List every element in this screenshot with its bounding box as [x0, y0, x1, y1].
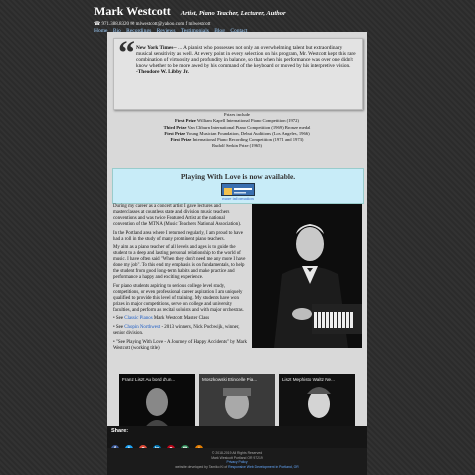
book-promo: Playing With Love is now available. more…: [112, 168, 364, 204]
pianist-photo-image: [252, 204, 362, 348]
site-header: Mark Westcott Artist, Piano Teacher, Lec…: [94, 2, 384, 34]
bio-bullet: • See Classic Pianos Mark Westcott Maste…: [113, 316, 210, 322]
copyright: © 2018-2019 All Rights Reserved: [211, 451, 263, 455]
site-footer: © 2018-2019 All Rights Reserved Mark Wes…: [107, 448, 367, 475]
quote-author: -Theodore W. Libby Jr.: [136, 69, 189, 75]
video-gallery: Franz Liszt Au bord d'un... Moszkowski E…: [119, 374, 356, 430]
footer-credit: website developed by Tamiko Ki of Respon…: [175, 464, 299, 469]
video-thumbnail[interactable]: Moszkowski Etincelle Pia...: [199, 374, 275, 430]
pianist-photo: [252, 204, 362, 348]
main-content: “ New York Times-- ... A pianist who pos…: [107, 32, 367, 430]
site-title[interactable]: Mark Westcott: [94, 4, 171, 18]
bio-bullet: • "See Playing With Love - A Journey of …: [113, 340, 247, 352]
bio-paragraph: For piano students aspiring to serious c…: [113, 283, 244, 313]
share-bar: Share: f t g in p ✉ +: [107, 426, 367, 453]
video-title: Moszkowski Etincelle Pia...: [202, 377, 258, 382]
share-label: Share:: [111, 428, 129, 434]
promo-title: Playing With Love is now available.: [180, 172, 296, 181]
video-still-image: [119, 374, 195, 430]
video-still-image: [199, 374, 275, 430]
video-thumbnail[interactable]: Franz Liszt Au bord d'un...: [119, 374, 195, 430]
video-title: Franz Liszt Au bord d'un...: [122, 377, 176, 382]
review-quote: “ New York Times-- ... A pianist who pos…: [113, 35, 363, 110]
contact-info[interactable]: ☎ 971.388.8320 ✉ mlwestcott@yahoo.com f …: [94, 21, 384, 27]
video-title: Liszt Mephisto Waltz Ne...: [282, 377, 335, 382]
developer-link[interactable]: Responsive Web Development in Portland, …: [228, 465, 299, 469]
more-information-link[interactable]: more information: [113, 196, 363, 201]
bio-paragraph: During my career as a concert artist I g…: [113, 204, 242, 227]
bio-bullet: • See Chopin Northwest - 2013 winners, N…: [113, 325, 240, 337]
prize-item: Rudolf Serkin Prize (1965): [212, 143, 262, 149]
quote-text: New York Times-- ... A pianist who posse…: [136, 45, 358, 75]
quote-mark-icon: “: [118, 35, 135, 72]
bio-paragraph: In the Portland area where I returned re…: [113, 230, 243, 242]
chopin-northwest-link[interactable]: Chopin Northwest: [124, 325, 160, 330]
book-cover-button[interactable]: [221, 183, 255, 196]
video-still-image: [279, 374, 355, 430]
prizes-list: Prizes include First Prize William Kapel…: [117, 112, 357, 150]
video-thumbnail[interactable]: Liszt Mephisto Waltz Ne...: [279, 374, 355, 430]
site-tagline: Artist, Piano Teacher, Lecturer, Author: [180, 10, 286, 17]
classic-pianos-link[interactable]: Classic Pianos: [124, 316, 152, 321]
nav-home[interactable]: Home: [94, 28, 107, 34]
bio-text: During my career as a concert artist I g…: [113, 204, 247, 355]
bio-paragraph: My aim as a piano teacher of all levels …: [113, 245, 246, 280]
